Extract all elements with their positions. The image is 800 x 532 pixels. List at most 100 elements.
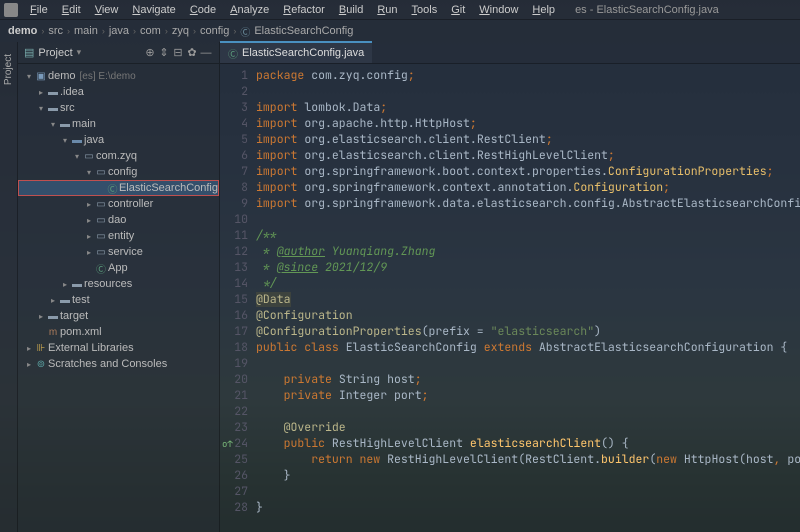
override-gutter-icon[interactable]: o↑: [222, 436, 233, 452]
menu-file[interactable]: File: [24, 2, 54, 18]
tree-item--idea[interactable]: ▸▬ .idea: [18, 84, 219, 100]
menu-git[interactable]: Git: [445, 2, 471, 18]
breadcrumb-seg[interactable]: config: [200, 25, 229, 37]
tree-arrow-icon[interactable]: ▾: [72, 152, 82, 161]
folder-icon: ▬: [58, 119, 72, 130]
project-tool-tab[interactable]: Project: [1, 48, 16, 91]
code-line[interactable]: @Configuration: [256, 308, 800, 324]
tree-arrow-icon[interactable]: ▾: [84, 168, 94, 177]
tree-item-com-zyq[interactable]: ▾▭ com.zyq: [18, 148, 219, 164]
breadcrumb-seg[interactable]: demo: [8, 25, 37, 37]
expand-all-icon[interactable]: ⇕: [157, 46, 171, 59]
code-line[interactable]: public RestHighLevelClient elasticsearch…: [256, 436, 800, 452]
menu-code[interactable]: Code: [184, 2, 222, 18]
code-line[interactable]: [256, 212, 800, 228]
menu-edit[interactable]: Edit: [56, 2, 87, 18]
code-body[interactable]: package com.zyq.config; import lombok.Dat…: [256, 64, 800, 532]
tree-item-src[interactable]: ▾▬ src: [18, 100, 219, 116]
breadcrumb-seg[interactable]: ElasticSearchConfig: [254, 25, 353, 37]
breadcrumb-sep: ›: [41, 26, 44, 36]
tree-arrow-icon[interactable]: ▾: [24, 72, 34, 81]
line-number: 20: [220, 372, 248, 388]
tree-item-target[interactable]: ▸▬ target: [18, 308, 219, 324]
tree-arrow-icon[interactable]: ▸: [24, 344, 34, 353]
code-line[interactable]: return new RestHighLevelClient(RestClien…: [256, 452, 800, 468]
code-line[interactable]: /**: [256, 228, 800, 244]
code-line[interactable]: package com.zyq.config;: [256, 68, 800, 84]
tree-arrow-icon[interactable]: ▸: [24, 360, 34, 369]
tree-item-scratches-and-consoles[interactable]: ▸⊚ Scratches and Consoles: [18, 356, 219, 372]
menu-window[interactable]: Window: [473, 2, 524, 18]
tree-label: pom.xml: [60, 326, 102, 338]
code-line[interactable]: private Integer port;: [256, 388, 800, 404]
tree-item-resources[interactable]: ▸▬ resources: [18, 276, 219, 292]
tree-item-test[interactable]: ▸▬ test: [18, 292, 219, 308]
menu-build[interactable]: Build: [333, 2, 369, 18]
code-line[interactable]: }: [256, 500, 800, 516]
tree-item-demo[interactable]: ▾▣ demo[es] E:\demo: [18, 68, 219, 84]
menu-refactor[interactable]: Refactor: [277, 2, 331, 18]
code-line[interactable]: public class ElasticSearchConfig extends…: [256, 340, 800, 356]
tree-arrow-icon[interactable]: ▸: [36, 88, 46, 97]
tree-arrow-icon[interactable]: ▾: [36, 104, 46, 113]
code-line[interactable]: import lombok.Data;: [256, 100, 800, 116]
menu-run[interactable]: Run: [371, 2, 403, 18]
code-editor[interactable]: 123456789101112131415161718192021222324o…: [220, 64, 800, 532]
breadcrumb-seg[interactable]: main: [74, 25, 98, 37]
project-tree[interactable]: ▾▣ demo[es] E:\demo▸▬ .idea▾▬ src▾▬ main…: [18, 64, 219, 532]
code-line[interactable]: */: [256, 276, 800, 292]
tree-arrow-icon[interactable]: ▾: [60, 136, 70, 145]
breadcrumb-seg[interactable]: zyq: [172, 25, 189, 37]
code-line[interactable]: [256, 404, 800, 420]
tree-arrow-icon[interactable]: ▸: [84, 232, 94, 241]
editor-tab-active[interactable]: Ⓒ ElasticSearchConfig.java: [220, 41, 372, 63]
code-line[interactable]: import org.springframework.data.elastics…: [256, 196, 800, 212]
tree-arrow-icon[interactable]: ▸: [36, 312, 46, 321]
code-line[interactable]: [256, 356, 800, 372]
code-line[interactable]: @Override: [256, 420, 800, 436]
tree-item-external-libraries[interactable]: ▸⊪ External Libraries: [18, 340, 219, 356]
breadcrumb-seg[interactable]: java: [109, 25, 129, 37]
tree-arrow-icon[interactable]: ▸: [84, 216, 94, 225]
menu-tools[interactable]: Tools: [406, 2, 444, 18]
code-line[interactable]: [256, 84, 800, 100]
tree-item-java[interactable]: ▾▬ java: [18, 132, 219, 148]
menu-view[interactable]: View: [89, 2, 125, 18]
settings-icon[interactable]: ✿: [185, 46, 199, 59]
code-line[interactable]: @ConfigurationProperties(prefix = "elast…: [256, 324, 800, 340]
dropdown-icon[interactable]: ▾: [77, 47, 82, 58]
tree-item-controller[interactable]: ▸▭ controller: [18, 196, 219, 212]
code-line[interactable]: import org.apache.http.HttpHost;: [256, 116, 800, 132]
select-opened-icon[interactable]: ⊕: [143, 46, 157, 59]
menu-navigate[interactable]: Navigate: [126, 2, 181, 18]
tree-item-config[interactable]: ▾▭ config: [18, 164, 219, 180]
code-line[interactable]: @Data: [256, 292, 800, 308]
code-line[interactable]: * @since 2021/12/9: [256, 260, 800, 276]
breadcrumb-seg[interactable]: com: [140, 25, 161, 37]
tree-item-dao[interactable]: ▸▭ dao: [18, 212, 219, 228]
code-line[interactable]: [256, 484, 800, 500]
tree-arrow-icon[interactable]: ▸: [84, 200, 94, 209]
menu-help[interactable]: Help: [526, 2, 561, 18]
collapse-all-icon[interactable]: ⊟: [171, 46, 185, 59]
tree-arrow-icon[interactable]: ▸: [84, 248, 94, 257]
tree-item-main[interactable]: ▾▬ main: [18, 116, 219, 132]
code-line[interactable]: private String host;: [256, 372, 800, 388]
tree-arrow-icon[interactable]: ▾: [48, 120, 58, 129]
tree-item-elasticsearchconfig[interactable]: Ⓒ ElasticSearchConfig: [18, 180, 219, 196]
code-line[interactable]: }: [256, 468, 800, 484]
code-line[interactable]: import org.elasticsearch.client.RestHigh…: [256, 148, 800, 164]
code-line[interactable]: import org.springframework.boot.context.…: [256, 164, 800, 180]
tree-item-app[interactable]: Ⓒ App: [18, 260, 219, 276]
code-line[interactable]: import org.elasticsearch.client.RestClie…: [256, 132, 800, 148]
breadcrumb-seg[interactable]: src: [48, 25, 63, 37]
tree-arrow-icon[interactable]: ▸: [48, 296, 58, 305]
code-line[interactable]: * @author Yuanqiang.Zhang: [256, 244, 800, 260]
code-line[interactable]: import org.springframework.context.annot…: [256, 180, 800, 196]
tree-item-entity[interactable]: ▸▭ entity: [18, 228, 219, 244]
tree-item-pom-xml[interactable]: m pom.xml: [18, 324, 219, 340]
tree-arrow-icon[interactable]: ▸: [60, 280, 70, 289]
tree-item-service[interactable]: ▸▭ service: [18, 244, 219, 260]
hide-icon[interactable]: —: [199, 47, 213, 59]
menu-analyze[interactable]: Analyze: [224, 2, 275, 18]
